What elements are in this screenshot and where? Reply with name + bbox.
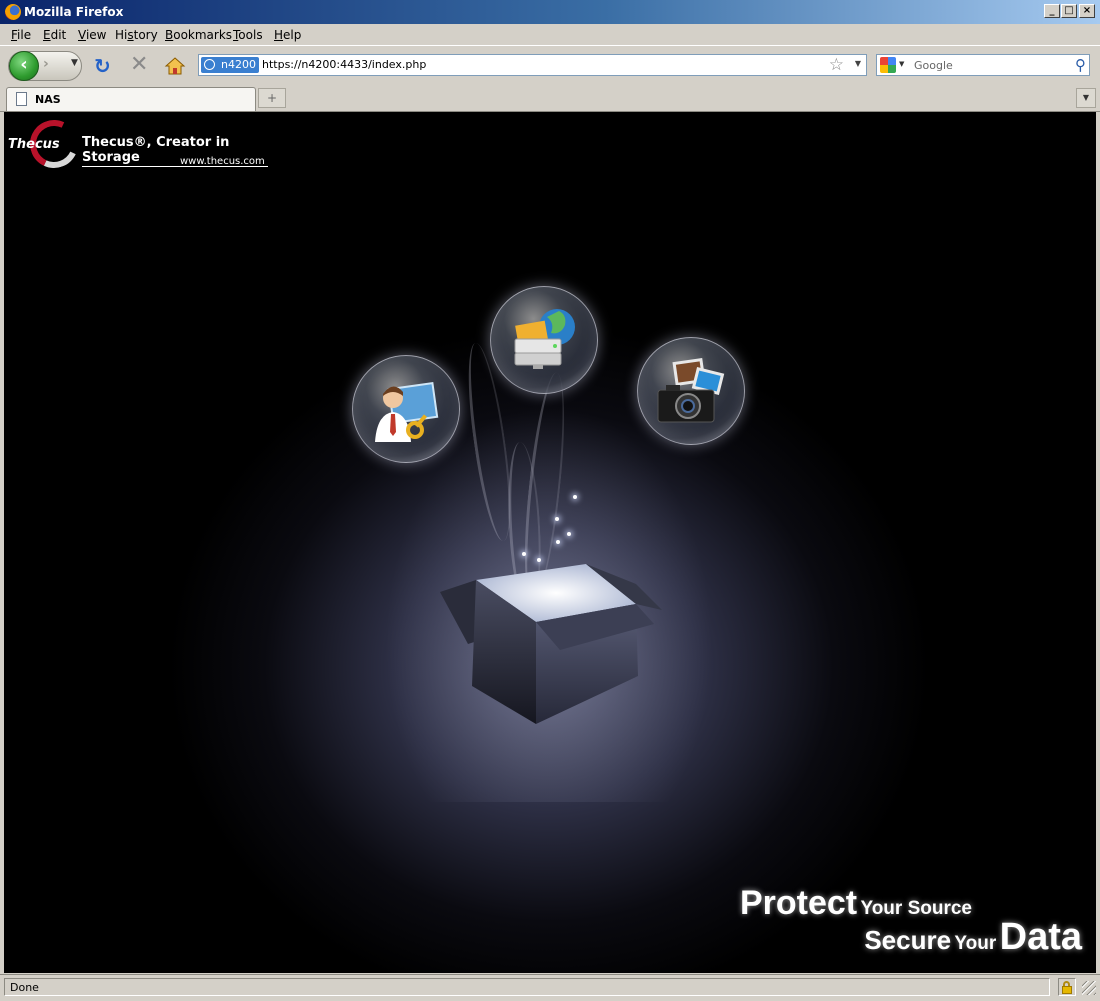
status-bar: Done [0,974,1100,1001]
sparkle [522,552,526,556]
menu-tools[interactable]: Tools [233,28,263,42]
page-icon [16,92,27,106]
list-all-tabs-button[interactable]: ▼ [1076,88,1096,108]
firefox-icon [5,4,21,20]
photo-server-bubble[interactable] [637,337,745,445]
menu-bar: File Edit View History Bookmarks Tools H… [0,24,1100,45]
forward-button[interactable]: › [43,56,49,72]
close-button[interactable]: × [1079,4,1095,18]
new-tab-button[interactable]: + [258,88,286,108]
thecus-logo[interactable]: Thecus Thecus®, Creator in Storage www.t… [8,113,268,175]
reload-icon[interactable]: ↻ [94,56,111,76]
search-icon[interactable]: ⚲ [1075,56,1086,74]
google-engine-icon[interactable] [880,57,896,73]
web-disk-bubble[interactable] [490,286,598,394]
window-titlebar: Mozilla Firefox _ □ × [0,0,1100,24]
menu-edit[interactable]: Edit [43,28,66,42]
page-content: Thecus Thecus®, Creator in Storage www.t… [4,112,1096,973]
sparkle [555,517,559,521]
search-bar[interactable]: ▼ Google ⚲ [876,54,1090,76]
site-identity-button[interactable]: n4200 [201,57,259,73]
sparkle [573,495,577,499]
url-text[interactable]: https://n4200:4433/index.php [262,58,426,71]
menu-view[interactable]: View [78,28,106,42]
web-disk-icon [514,309,575,369]
resize-grip[interactable] [1082,981,1096,995]
padlock-icon[interactable] [1058,978,1076,996]
bookmark-star-icon[interactable]: ☆ [829,55,844,75]
open-box-graphic [440,564,662,724]
admin-login-bubble[interactable] [352,355,460,463]
slogan-line-2: Secure Your Data [864,916,1082,958]
history-dropdown-icon[interactable]: ▼ [71,58,78,68]
engine-dropdown-icon[interactable]: ▼ [899,60,904,68]
logo-url: www.thecus.com [180,156,265,167]
home-icon[interactable] [164,56,186,76]
admin-key-icon [375,381,439,442]
url-dropdown-icon[interactable]: ▼ [855,59,861,68]
url-bar[interactable]: n4200 https://n4200:4433/index.php ☆ ▼ [198,54,867,76]
photo-camera-icon [657,358,725,423]
minimize-button[interactable]: _ [1044,4,1060,18]
menu-bookmarks[interactable]: Bookmarks [165,28,232,42]
window-title: Mozilla Firefox [24,5,124,19]
tab-nas[interactable]: NAS [6,87,256,111]
sparkle [556,540,560,544]
tab-label: NAS [35,93,61,106]
stop-icon[interactable]: ✕ [130,54,148,76]
menu-history[interactable]: History [115,28,158,42]
back-forward-group: ‹ › ▼ [8,51,82,81]
navigation-toolbar: ‹ › ▼ ↻ ✕ n4200 https://n4200:4433/index… [0,45,1100,86]
tab-bar: NAS + ▼ [0,85,1100,112]
logo-brand: Thecus [8,137,60,152]
search-input[interactable]: Google [914,59,953,72]
maximize-button[interactable]: □ [1061,4,1077,18]
menu-help[interactable]: Help [274,28,301,42]
site-identity-icon [204,59,215,70]
sparkle [537,558,541,562]
sparkle [567,532,571,536]
back-button[interactable]: ‹ [9,51,39,81]
menu-file[interactable]: File [11,28,31,42]
status-text: Done [4,978,1050,996]
